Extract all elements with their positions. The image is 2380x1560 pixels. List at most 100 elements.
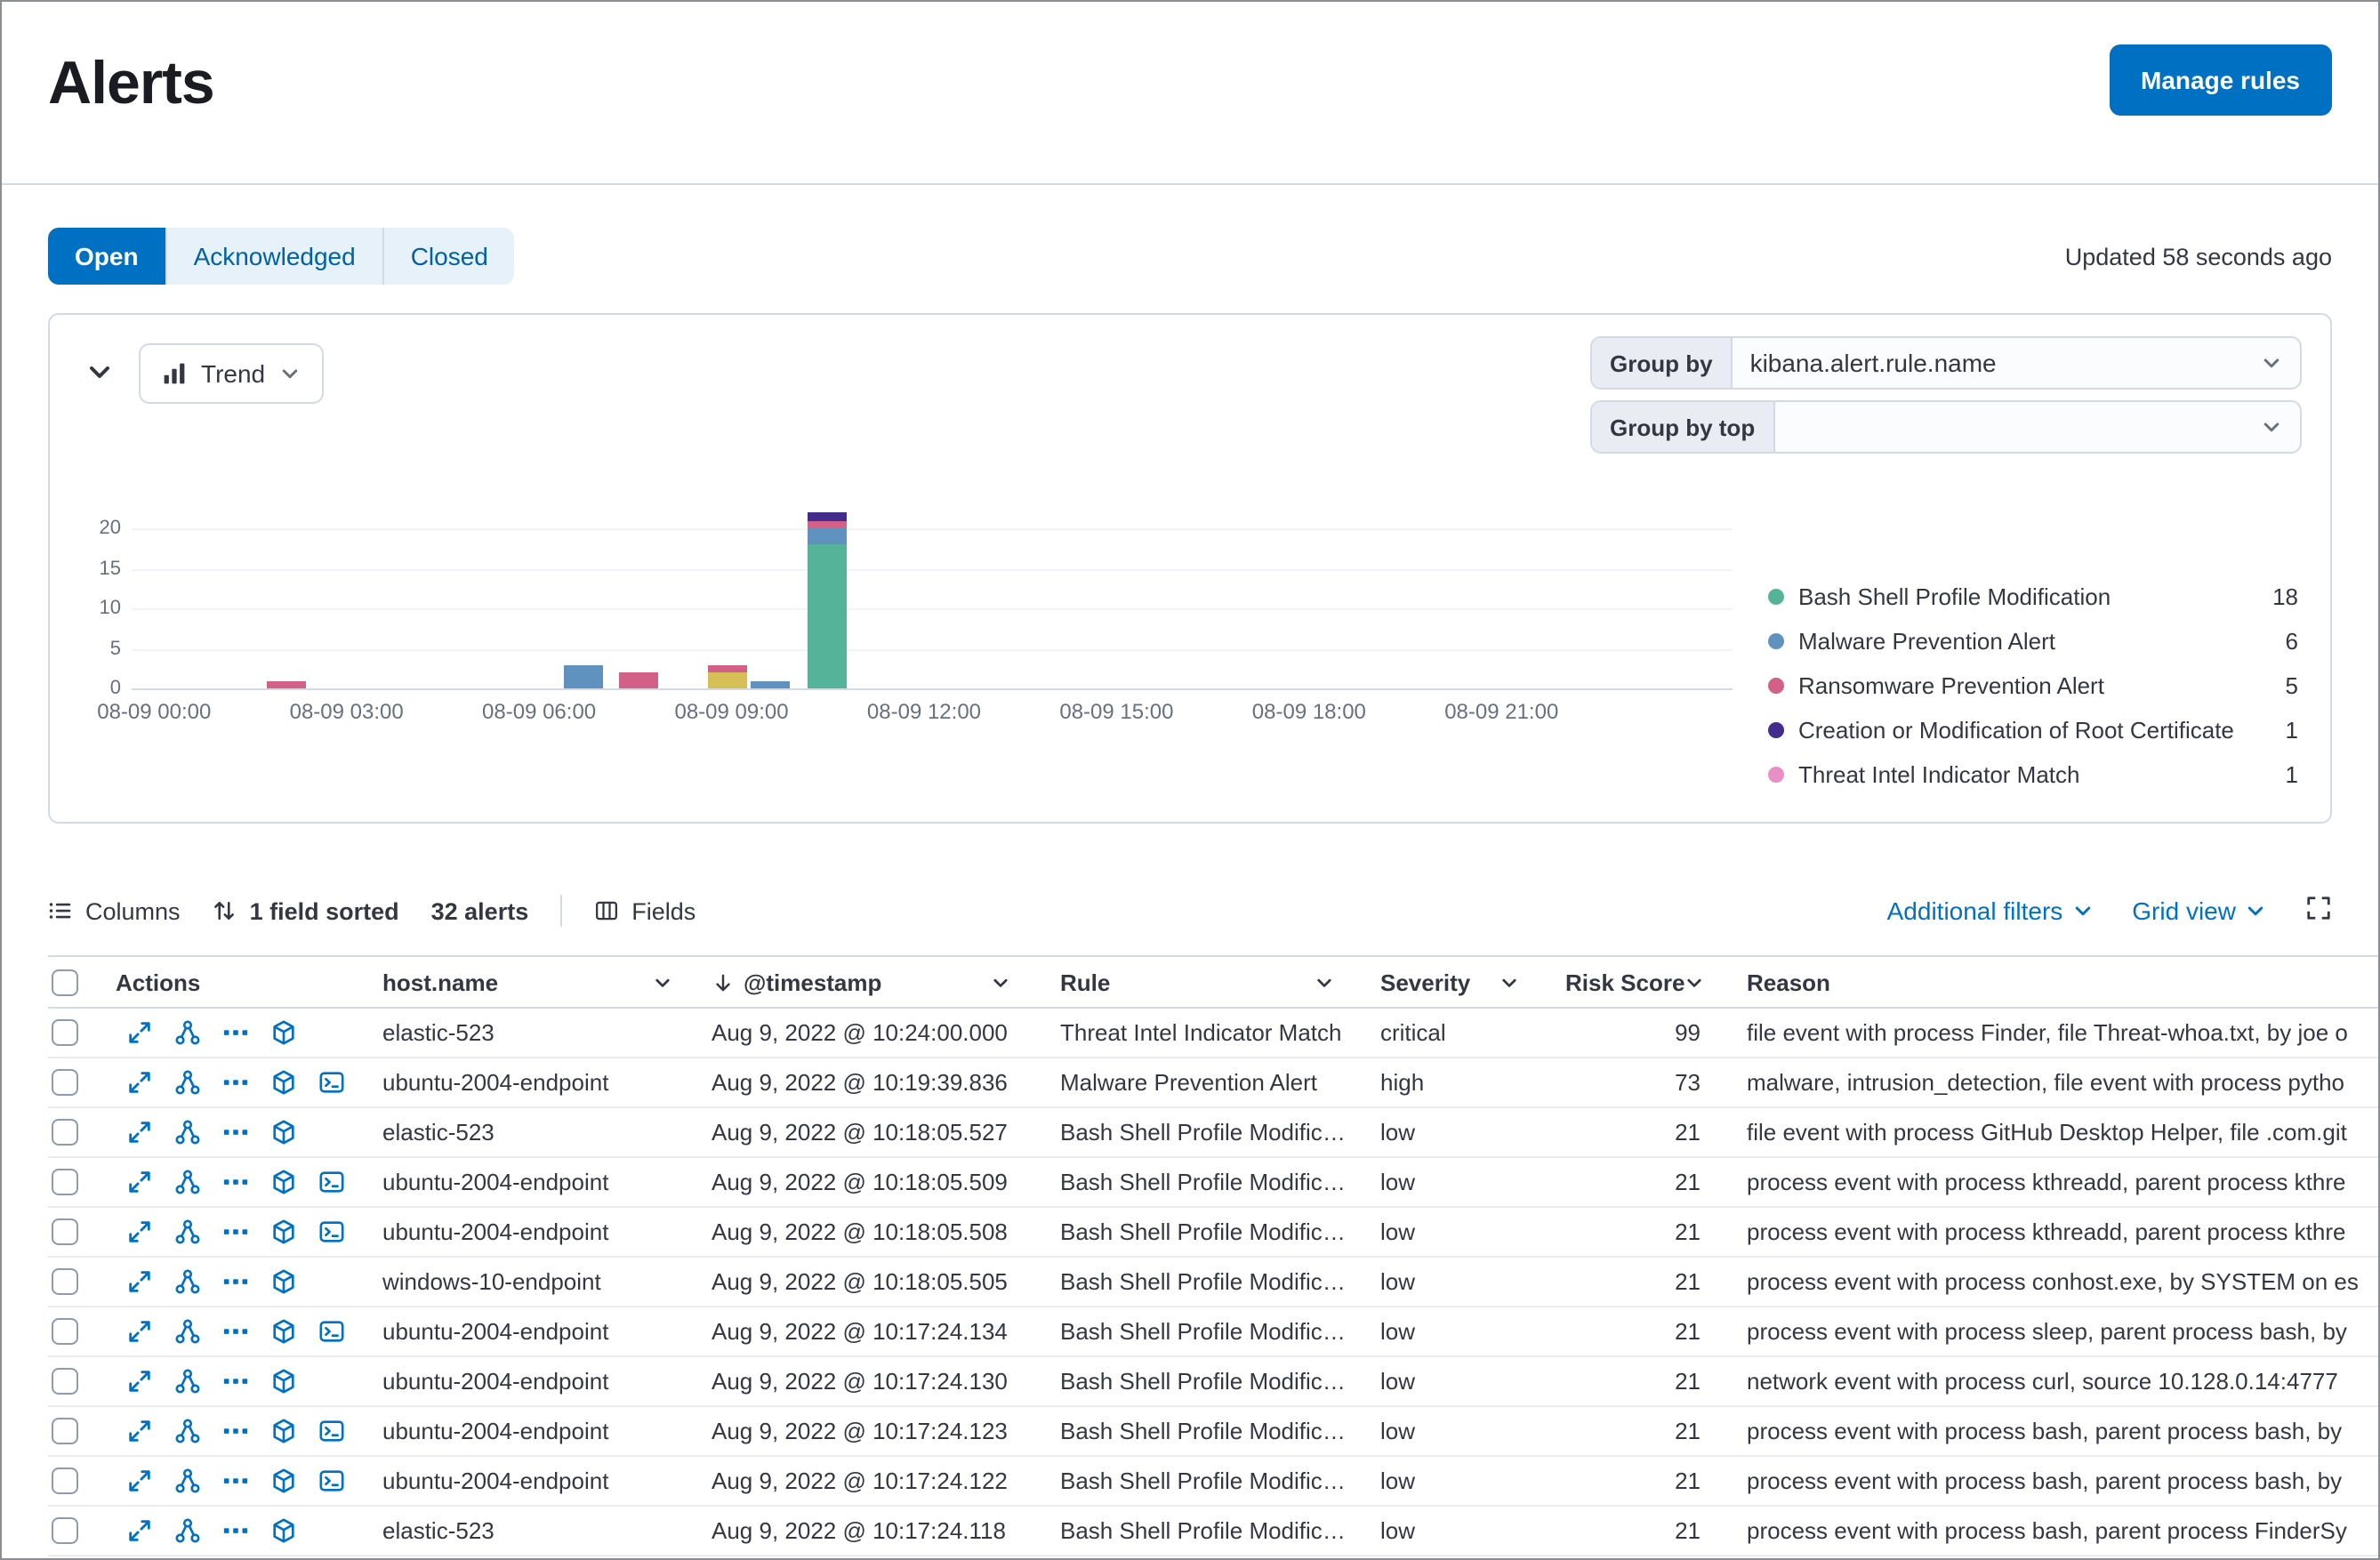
more-actions-icon[interactable]	[222, 1069, 249, 1096]
analyze-event-icon[interactable]	[174, 1368, 201, 1395]
investigate-cube-icon[interactable]	[270, 1418, 297, 1444]
session-view-icon[interactable]	[318, 1169, 345, 1195]
analyze-event-icon[interactable]	[174, 1019, 201, 1046]
legend-item[interactable]: Creation or Modification of Root Certifi…	[1768, 708, 2302, 752]
analyze-event-icon[interactable]	[174, 1218, 201, 1245]
more-actions-icon[interactable]	[222, 1019, 249, 1046]
analyze-event-icon[interactable]	[174, 1268, 201, 1295]
chart-bar-segment[interactable]	[565, 664, 604, 688]
tab-closed[interactable]: Closed	[382, 228, 515, 285]
investigate-cube-icon[interactable]	[270, 1268, 297, 1295]
group-by-top-select[interactable]: Group by top	[1590, 400, 2302, 454]
tab-open[interactable]: Open	[48, 228, 165, 285]
investigate-cube-icon[interactable]	[270, 1019, 297, 1046]
investigate-cube-icon[interactable]	[270, 1169, 297, 1195]
more-actions-icon[interactable]	[222, 1517, 249, 1544]
chart-bar-segment[interactable]	[709, 664, 748, 672]
legend-item[interactable]: Ransomware Prevention Alert5	[1768, 663, 2302, 708]
row-checkbox[interactable]	[52, 1368, 78, 1395]
investigate-cube-icon[interactable]	[270, 1517, 297, 1544]
chart-bar-segment[interactable]	[808, 512, 848, 520]
col-header-rule[interactable]: Rule	[1025, 969, 1348, 995]
expand-alert-icon[interactable]	[126, 1268, 153, 1295]
row-actions	[109, 1268, 358, 1295]
collapse-chart-button[interactable]	[78, 350, 121, 398]
analyze-event-icon[interactable]	[174, 1169, 201, 1195]
more-actions-icon[interactable]	[222, 1318, 249, 1345]
analyze-event-icon[interactable]	[174, 1517, 201, 1544]
manage-rules-button[interactable]: Manage rules	[2109, 44, 2332, 116]
expand-alert-icon[interactable]	[126, 1418, 153, 1444]
row-checkbox[interactable]	[52, 1468, 78, 1494]
analyze-event-icon[interactable]	[174, 1318, 201, 1345]
investigate-cube-icon[interactable]	[270, 1069, 297, 1096]
col-header-severity[interactable]: Severity	[1348, 969, 1533, 995]
col-header-reason[interactable]: Reason	[1718, 969, 2378, 995]
session-view-icon[interactable]	[318, 1218, 345, 1245]
severity-cell: high	[1348, 1069, 1533, 1096]
investigate-cube-icon[interactable]	[270, 1218, 297, 1245]
expand-alert-icon[interactable]	[126, 1468, 153, 1494]
col-header-host-name[interactable]: host.name	[358, 969, 687, 995]
fullscreen-button[interactable]	[2305, 895, 2332, 927]
row-checkbox[interactable]	[52, 1019, 78, 1046]
session-view-icon[interactable]	[318, 1468, 345, 1494]
row-checkbox[interactable]	[52, 1517, 78, 1544]
more-actions-icon[interactable]	[222, 1468, 249, 1494]
session-view-icon[interactable]	[318, 1318, 345, 1345]
columns-button[interactable]: Columns	[48, 897, 181, 924]
select-all-checkbox[interactable]	[52, 969, 78, 995]
legend-item[interactable]: Bash Shell Profile Modification18	[1768, 575, 2302, 619]
analyze-event-icon[interactable]	[174, 1069, 201, 1096]
more-actions-icon[interactable]	[222, 1268, 249, 1295]
expand-alert-icon[interactable]	[126, 1019, 153, 1046]
grid-view-button[interactable]: Grid view	[2132, 897, 2266, 925]
analyze-event-icon[interactable]	[174, 1119, 201, 1146]
legend-item[interactable]: Threat Intel Indicator Match1	[1768, 752, 2302, 797]
legend-item[interactable]: Malware Prevention Alert6	[1768, 619, 2302, 663]
row-checkbox[interactable]	[52, 1119, 78, 1146]
chart-bar-segment[interactable]	[751, 680, 790, 688]
more-actions-icon[interactable]	[222, 1418, 249, 1444]
fields-button[interactable]: Fields	[594, 897, 696, 924]
chart-bar-segment[interactable]	[808, 544, 848, 688]
tab-acknowledged[interactable]: Acknowledged	[165, 228, 382, 285]
additional-filters-button[interactable]: Additional filters	[1887, 897, 2094, 925]
row-checkbox[interactable]	[52, 1169, 78, 1195]
more-actions-icon[interactable]	[222, 1218, 249, 1245]
row-checkbox[interactable]	[52, 1069, 78, 1096]
status-row: Open Acknowledged Closed Updated 58 seco…	[48, 228, 2332, 285]
more-actions-icon[interactable]	[222, 1169, 249, 1195]
analyze-event-icon[interactable]	[174, 1468, 201, 1494]
more-actions-icon[interactable]	[222, 1368, 249, 1395]
chart-bar-segment[interactable]	[266, 680, 305, 688]
investigate-cube-icon[interactable]	[270, 1468, 297, 1494]
col-header-timestamp[interactable]: @timestamp	[687, 969, 1025, 995]
investigate-cube-icon[interactable]	[270, 1119, 297, 1146]
expand-alert-icon[interactable]	[126, 1069, 153, 1096]
more-actions-icon[interactable]	[222, 1119, 249, 1146]
expand-alert-icon[interactable]	[126, 1119, 153, 1146]
analyze-event-icon[interactable]	[174, 1418, 201, 1444]
session-view-icon[interactable]	[318, 1069, 345, 1096]
row-checkbox[interactable]	[52, 1218, 78, 1245]
col-header-risk-score[interactable]: Risk Score	[1533, 969, 1718, 995]
chart-bar-segment[interactable]	[808, 528, 848, 544]
chart-bar-segment[interactable]	[619, 672, 658, 688]
expand-alert-icon[interactable]	[126, 1318, 153, 1345]
chart-type-select[interactable]: Trend	[139, 343, 324, 404]
expand-alert-icon[interactable]	[126, 1517, 153, 1544]
row-checkbox[interactable]	[52, 1418, 78, 1444]
chart-bar-segment[interactable]	[709, 672, 748, 688]
row-checkbox[interactable]	[52, 1318, 78, 1345]
expand-alert-icon[interactable]	[126, 1368, 153, 1395]
session-view-icon[interactable]	[318, 1418, 345, 1444]
row-checkbox[interactable]	[52, 1268, 78, 1295]
sort-fields-button[interactable]: 1 field sorted	[213, 897, 399, 924]
investigate-cube-icon[interactable]	[270, 1318, 297, 1345]
investigate-cube-icon[interactable]	[270, 1368, 297, 1395]
expand-alert-icon[interactable]	[126, 1169, 153, 1195]
chart-bar-segment[interactable]	[808, 520, 848, 528]
group-by-select[interactable]: Group by kibana.alert.rule.name	[1590, 336, 2302, 390]
expand-alert-icon[interactable]	[126, 1218, 153, 1245]
